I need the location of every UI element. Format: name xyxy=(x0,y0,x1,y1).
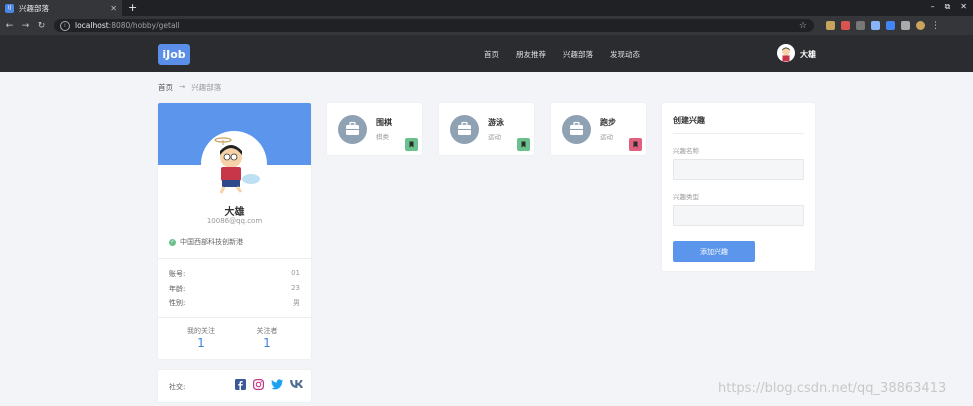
hobby-card[interactable]: 围棋 棋类 xyxy=(327,103,422,155)
profile-field-row: 性别: 男 xyxy=(169,298,300,308)
close-window-button[interactable]: ✕ xyxy=(960,2,967,12)
header-user-name[interactable]: 大雄 xyxy=(800,49,816,60)
hobby-name: 跑步 xyxy=(600,118,616,127)
social-label: 社交: xyxy=(169,383,186,391)
extension-icon[interactable] xyxy=(826,21,835,30)
field-label: 年龄: xyxy=(169,285,186,293)
facebook-icon[interactable] xyxy=(235,379,246,390)
browser-toolbar: ← → ↻ i localhost:8080/hobby/getall ☆ ⋮ xyxy=(0,16,973,35)
hobby-name: 围棋 xyxy=(376,118,392,127)
followers-stat[interactable]: 关注者 1 xyxy=(229,326,305,350)
profile-card: 大雄 10086@qq.com ✓ 中国西部科技创新港 账号: 01 年龄: 2… xyxy=(158,103,311,359)
social-card: 社交: xyxy=(158,370,311,402)
extension-icon[interactable] xyxy=(856,21,865,30)
browser-tabstrip: iJ 兴趣部落 ✕ + – ⧉ ✕ xyxy=(0,0,973,16)
create-hobby-title: 创建兴趣 xyxy=(673,116,705,125)
user-avatar[interactable] xyxy=(777,44,795,62)
check-icon: ✓ xyxy=(169,238,176,246)
site-info-icon[interactable]: i xyxy=(60,20,70,31)
breadcrumb: 首页 → 兴趣部落 xyxy=(158,82,221,93)
profile-avatar xyxy=(201,131,267,197)
extension-icon[interactable] xyxy=(886,21,895,30)
hobby-name-input[interactable] xyxy=(673,159,804,180)
bookmark-icon[interactable] xyxy=(517,138,530,151)
briefcase-icon xyxy=(338,115,367,144)
main-nav: 首页 朋友推荐 兴趣部落 发现动态 xyxy=(484,49,640,60)
followers-label: 关注者 xyxy=(256,327,278,335)
field-value: 23 xyxy=(291,284,300,292)
profile-field-row: 年龄: 23 xyxy=(169,284,300,294)
extensions-area: ⋮ xyxy=(826,21,940,31)
following-label: 我的关注 xyxy=(187,327,215,335)
breadcrumb-home[interactable]: 首页 xyxy=(158,82,173,93)
field-label: 账号: xyxy=(169,270,186,278)
instagram-icon[interactable] xyxy=(253,379,264,390)
field-value: 01 xyxy=(291,269,300,277)
briefcase-icon xyxy=(562,115,591,144)
twitter-icon[interactable] xyxy=(271,379,283,390)
hobby-type-input[interactable] xyxy=(673,205,804,226)
tab-title: 兴趣部落 xyxy=(19,3,49,13)
profile-email: 10086@qq.com xyxy=(206,217,263,225)
url-host: localhost xyxy=(75,21,109,30)
bookmark-icon[interactable] xyxy=(405,138,418,151)
menu-icon[interactable]: ⋮ xyxy=(931,21,940,31)
puzzle-icon[interactable] xyxy=(901,21,910,30)
hobby-card[interactable]: 跑步 运动 xyxy=(551,103,646,155)
nav-item-hobbies[interactable]: 兴趣部落 xyxy=(563,49,593,60)
profile-field-row: 账号: 01 xyxy=(169,269,300,279)
address-bar[interactable]: i localhost:8080/hobby/getall ☆ xyxy=(54,19,814,32)
briefcase-icon xyxy=(450,115,479,144)
hobby-type-label: 兴趣类型 xyxy=(673,193,699,201)
watermark: https://blog.csdn.net/qq_38863413 xyxy=(718,381,947,396)
forward-icon[interactable]: → xyxy=(19,21,32,31)
field-label: 性别: xyxy=(169,299,186,307)
hobby-card[interactable]: 游泳 运动 xyxy=(439,103,534,155)
divider xyxy=(673,133,804,134)
profile-icon[interactable] xyxy=(916,21,925,30)
hobby-name: 游泳 xyxy=(488,118,504,127)
browser-tab[interactable]: iJ 兴趣部落 ✕ xyxy=(0,0,122,16)
divider xyxy=(158,258,311,259)
nav-item-friends[interactable]: 朋友推荐 xyxy=(516,49,546,60)
nav-item-discover[interactable]: 发现动态 xyxy=(610,49,640,60)
following-stat[interactable]: 我的关注 1 xyxy=(163,326,239,350)
back-icon[interactable]: ← xyxy=(3,21,16,31)
extension-icon[interactable] xyxy=(871,21,880,30)
favicon-icon: iJ xyxy=(5,3,14,13)
vk-icon[interactable] xyxy=(290,379,303,390)
window-controls: – ⧉ ✕ xyxy=(931,2,967,12)
profile-location-text: 中国西部科技创新港 xyxy=(180,238,243,246)
new-tab-button[interactable]: + xyxy=(128,1,137,14)
app-logo[interactable]: iJob xyxy=(158,44,190,65)
breadcrumb-current: 兴趣部落 xyxy=(191,83,222,92)
maximize-button[interactable]: ⧉ xyxy=(945,2,951,12)
followers-count: 1 xyxy=(263,336,271,350)
following-count: 1 xyxy=(197,336,205,350)
create-hobby-card: 创建兴趣 兴趣名称 兴趣类型 添加兴趣 xyxy=(662,103,815,271)
bookmark-star-icon[interactable]: ☆ xyxy=(799,21,807,31)
url-path: :8080/hobby/getall xyxy=(108,21,180,30)
divider xyxy=(158,317,311,318)
breadcrumb-arrow-icon: → xyxy=(179,82,186,91)
bookmark-icon[interactable] xyxy=(629,138,642,151)
reload-icon[interactable]: ↻ xyxy=(35,21,48,31)
profile-name: 大雄 xyxy=(224,207,245,218)
tab-close-icon[interactable]: ✕ xyxy=(110,4,117,13)
field-value: 男 xyxy=(293,299,300,307)
social-icons xyxy=(235,379,303,390)
hobby-type: 运动 xyxy=(600,133,613,141)
add-hobby-button[interactable]: 添加兴趣 xyxy=(673,241,755,262)
hobby-type: 棋类 xyxy=(376,133,389,141)
extension-icon[interactable] xyxy=(841,21,850,30)
minimize-button[interactable]: – xyxy=(931,2,935,12)
profile-location: ✓ 中国西部科技创新港 xyxy=(169,237,243,247)
nav-item-home[interactable]: 首页 xyxy=(484,49,499,60)
hobby-name-label: 兴趣名称 xyxy=(673,147,699,155)
hobby-type: 运动 xyxy=(488,133,501,141)
